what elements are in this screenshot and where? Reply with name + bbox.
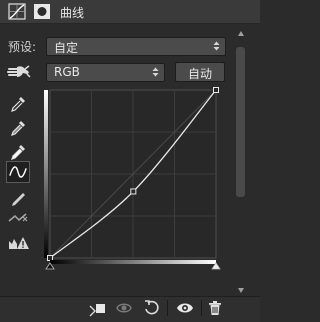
scroll-down-arrow-icon[interactable] <box>237 286 245 294</box>
scroll-up-arrow-icon[interactable] <box>237 30 245 38</box>
white-point-slider[interactable] <box>211 262 221 270</box>
preset-select[interactable]: 自定 <box>46 37 226 56</box>
channel-select[interactable]: RGB <box>46 63 165 82</box>
panel-title: 曲线 <box>60 6 85 20</box>
input-gradient-bar <box>50 260 216 264</box>
curve-point-tool-icon[interactable] <box>6 161 30 183</box>
curves-graph[interactable] <box>44 86 226 264</box>
view-previous-state-icon[interactable] <box>114 298 134 318</box>
visibility-eye-icon[interactable] <box>175 298 195 318</box>
curves-adjustment-icon[interactable] <box>8 3 26 20</box>
eyedropper-black-icon[interactable] <box>6 93 30 115</box>
layer-mask-icon[interactable] <box>33 3 51 20</box>
select-arrows-icon <box>213 41 220 51</box>
eyedropper-white-icon[interactable] <box>6 141 30 163</box>
reset-icon[interactable] <box>142 298 162 318</box>
preset-value: 自定 <box>54 41 79 55</box>
hand-target-icon[interactable] <box>6 63 32 81</box>
curve-control-point[interactable] <box>213 87 219 93</box>
auto-button[interactable]: 自动 <box>175 62 225 82</box>
curve-control-point[interactable] <box>47 255 53 261</box>
trash-icon[interactable] <box>205 298 225 318</box>
clip-to-layer-icon[interactable] <box>88 298 108 318</box>
curve-control-point[interactable] <box>130 188 137 195</box>
output-gradient-bar <box>44 90 48 258</box>
channel-value: RGB <box>54 65 80 79</box>
scroll-thumb[interactable] <box>236 47 245 197</box>
preset-label: 预设: <box>8 40 37 54</box>
black-point-slider[interactable] <box>45 262 55 270</box>
footer-divider <box>201 300 202 316</box>
pencil-draw-icon[interactable] <box>6 186 30 208</box>
smooth-curve-icon[interactable] <box>6 207 30 229</box>
footer-divider <box>167 300 168 316</box>
eyedropper-gray-icon[interactable] <box>6 117 30 139</box>
clipping-warning-icon[interactable] <box>6 232 30 254</box>
select-arrows-icon <box>152 67 159 77</box>
